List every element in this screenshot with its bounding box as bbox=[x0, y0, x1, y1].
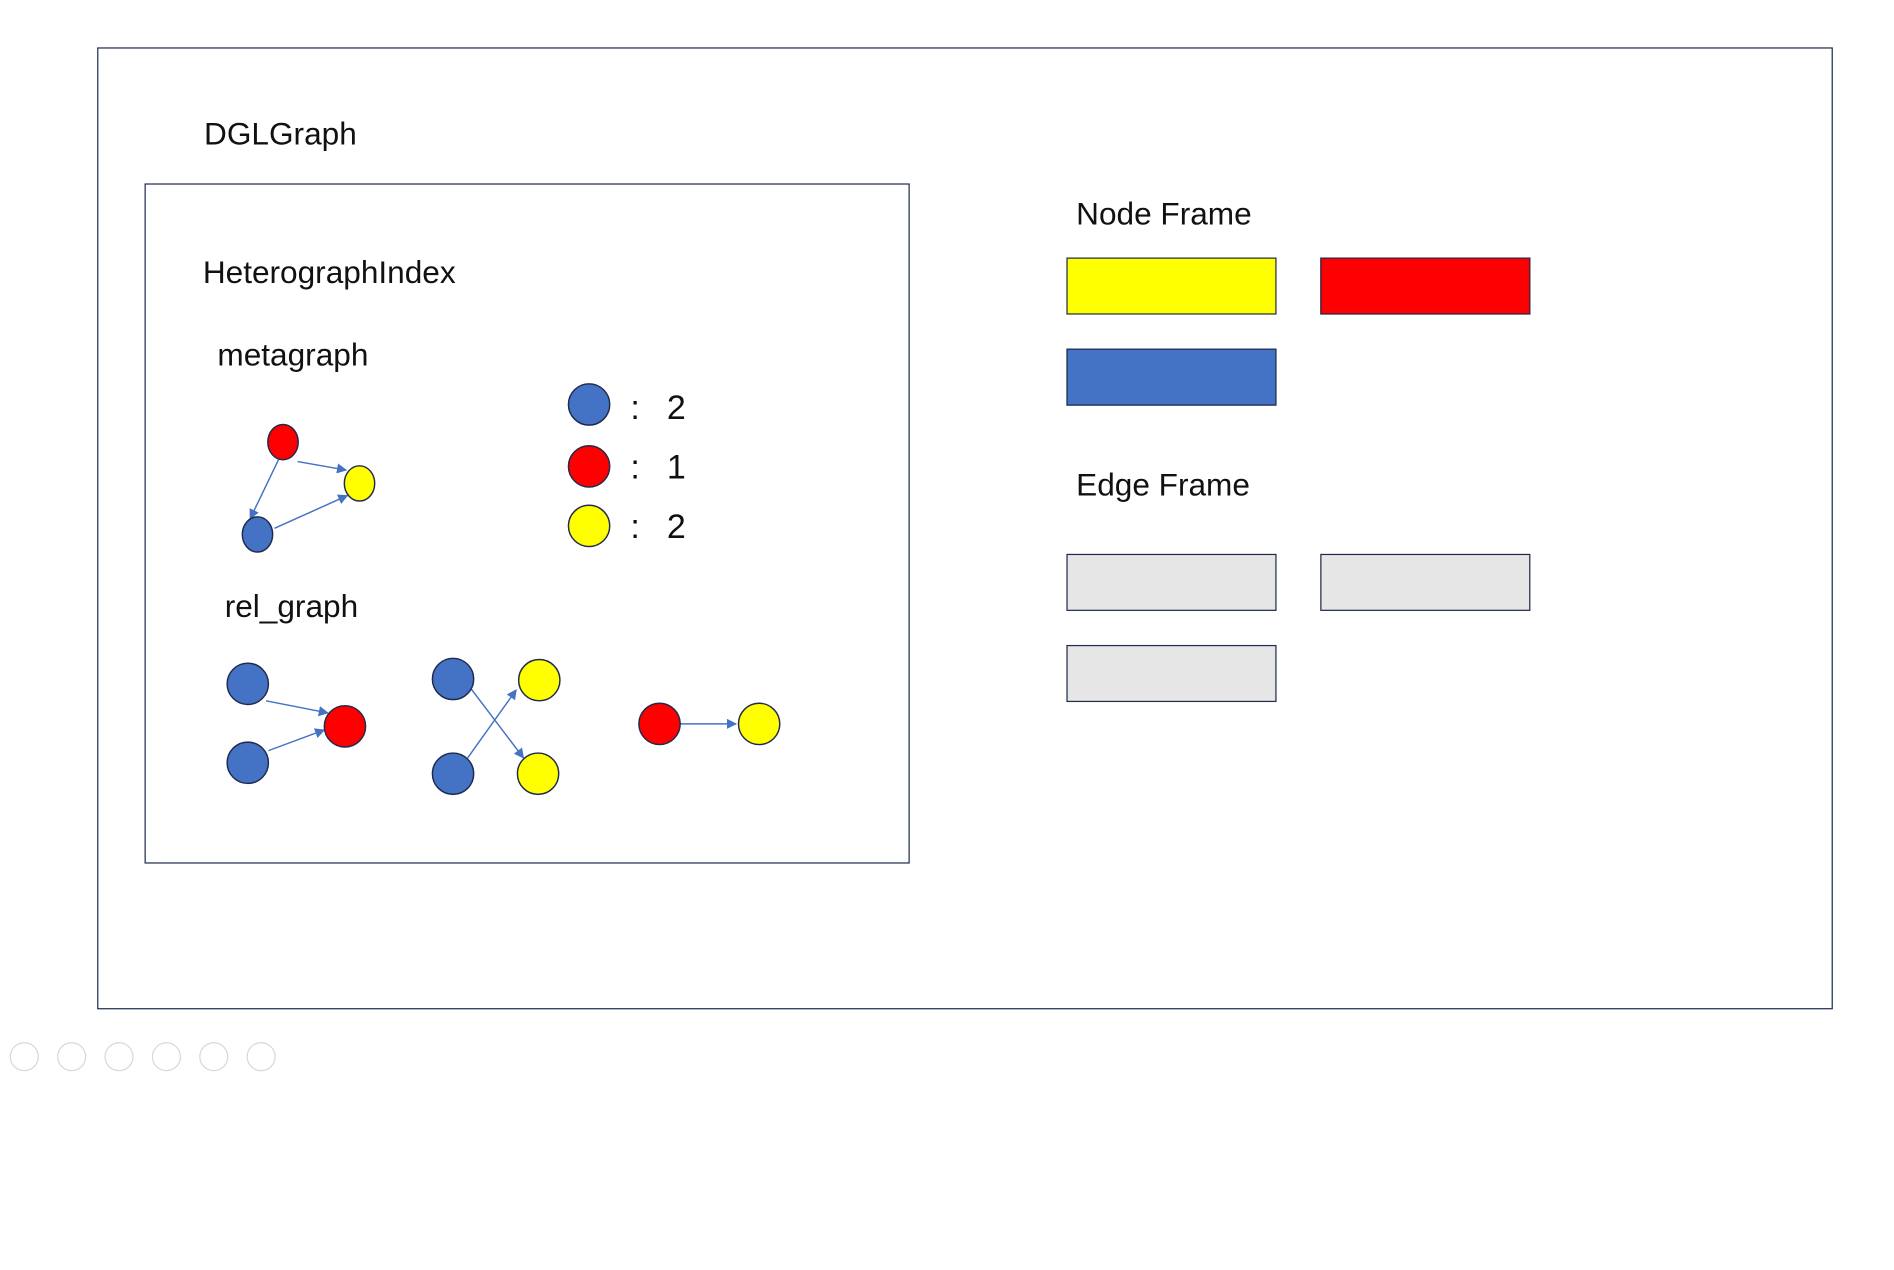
node-frame-box-blue bbox=[1066, 348, 1277, 406]
rel-node-yellow bbox=[737, 702, 781, 746]
slide-nav-dot[interactable] bbox=[9, 1042, 39, 1072]
legend-sep-red: : bbox=[630, 448, 640, 486]
graph-drawings bbox=[226, 383, 781, 796]
rel-node-blue bbox=[226, 662, 270, 706]
legend-sep-yellow: : bbox=[630, 507, 640, 546]
diagram-canvas: DGLGraph HeterographIndex metagraph rel_… bbox=[0, 0, 1894, 1270]
rel-node-red bbox=[638, 702, 681, 746]
metagraph-node-red bbox=[267, 423, 299, 461]
slide-nav-dot[interactable] bbox=[104, 1042, 134, 1072]
metagraph-edge-blue-yellow bbox=[274, 494, 349, 530]
metagraph-edge-red-yellow bbox=[297, 460, 348, 474]
slide-nav-dot[interactable] bbox=[199, 1042, 229, 1072]
rel-edge bbox=[268, 728, 326, 752]
metagraph bbox=[241, 423, 376, 553]
node-frame-box-yellow bbox=[1066, 257, 1277, 315]
rel-node-blue bbox=[431, 657, 475, 701]
rel-node-yellow bbox=[516, 752, 560, 796]
rel-edge bbox=[469, 687, 525, 759]
legend-count-red: 1 bbox=[666, 448, 686, 486]
node-frame-label: Node Frame bbox=[1076, 195, 1252, 232]
metagraph-edge-red-blue bbox=[249, 457, 281, 520]
rel-node-yellow bbox=[517, 658, 561, 702]
edge-frame-box bbox=[1066, 553, 1277, 611]
node-count-legend bbox=[567, 383, 611, 548]
rel-graph-blue-yellow bbox=[431, 657, 561, 796]
legend-blue-node bbox=[567, 383, 611, 426]
edge-frame-label: Edge Frame bbox=[1076, 466, 1250, 503]
legend-red-node bbox=[567, 445, 611, 488]
slide-nav-dot[interactable] bbox=[246, 1042, 276, 1072]
rel-graph-red-yellow bbox=[638, 702, 781, 746]
slide-nav-dot[interactable] bbox=[151, 1042, 181, 1072]
rel-node-red bbox=[323, 704, 367, 748]
slide-nav-dot[interactable] bbox=[57, 1042, 87, 1072]
edge-frame-box bbox=[1066, 644, 1277, 703]
legend-sep-blue: : bbox=[630, 388, 640, 427]
legend-count-blue: 2 bbox=[666, 388, 686, 427]
edge-frame-box bbox=[1320, 553, 1531, 611]
node-frame-box-red bbox=[1320, 257, 1531, 315]
rel-graph-blue-red bbox=[226, 662, 367, 785]
legend-yellow-node bbox=[567, 504, 611, 548]
metagraph-node-yellow bbox=[343, 465, 376, 502]
rel-node-blue bbox=[226, 741, 270, 785]
rel-edge bbox=[467, 689, 517, 759]
rel-node-blue bbox=[431, 752, 475, 796]
metagraph-node-blue bbox=[241, 516, 274, 553]
legend-count-yellow: 2 bbox=[666, 507, 686, 546]
rel-edge bbox=[265, 700, 329, 717]
